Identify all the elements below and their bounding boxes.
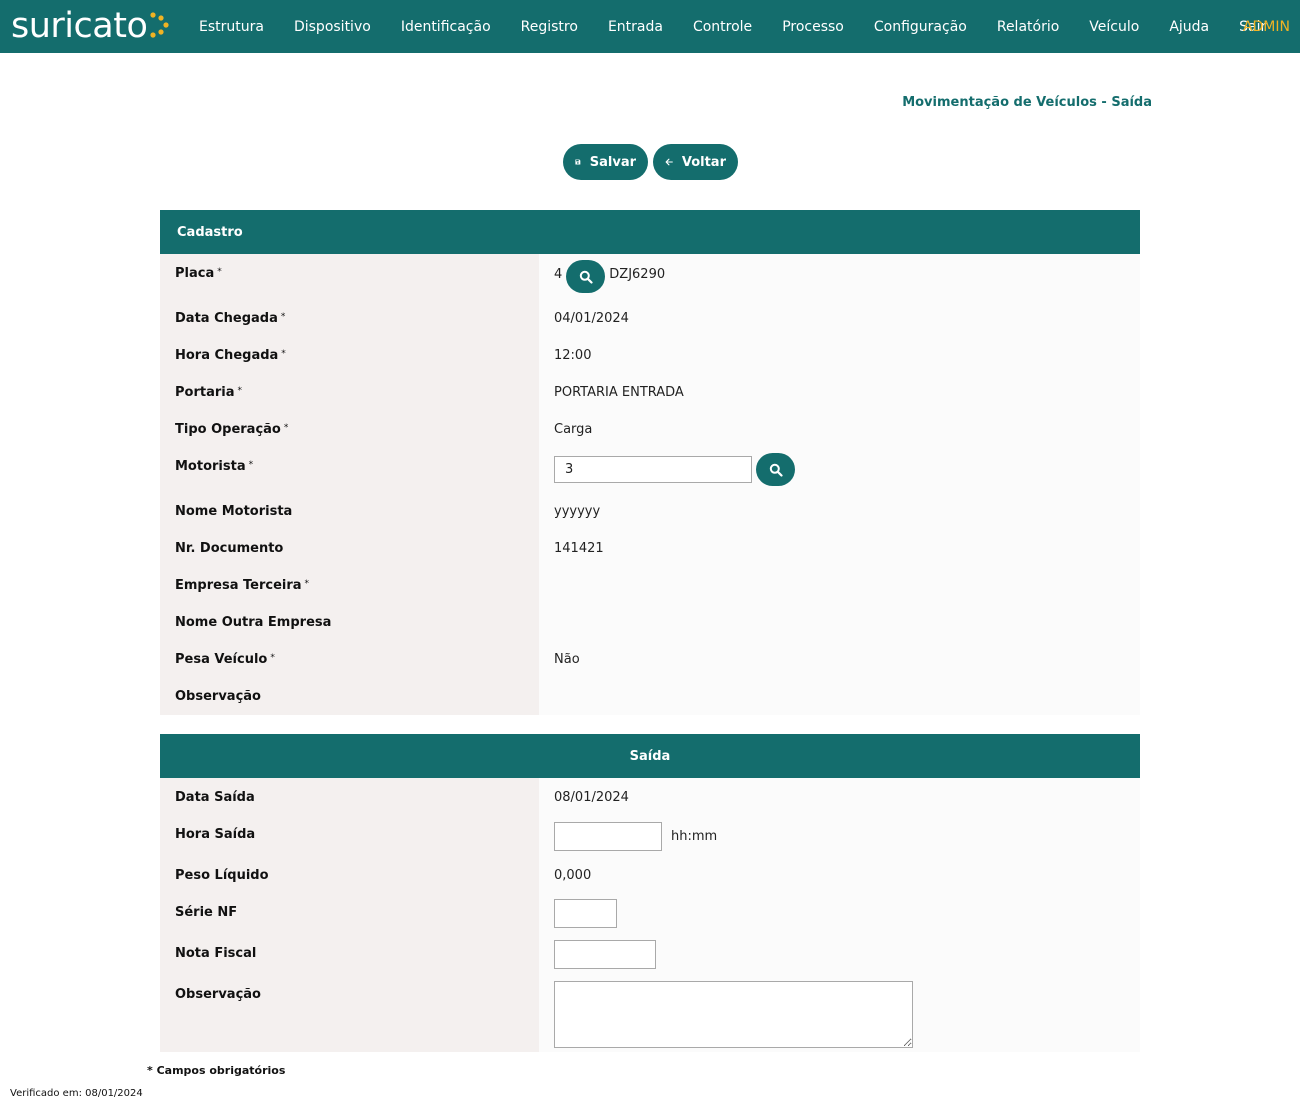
observacao-saida-textarea[interactable] — [554, 981, 913, 1048]
hora-saida-input[interactable] — [554, 822, 662, 851]
saida-header: Saída — [160, 734, 1140, 778]
back-button[interactable]: Voltar — [653, 144, 738, 180]
nav-ajuda[interactable]: Ajuda — [1169, 19, 1209, 35]
main-menu: Estrutura Dispositivo Identificação Regi… — [199, 0, 1296, 53]
saida-panel: Saída Data Saída 08/01/2024 Hora Saída h… — [160, 734, 1140, 1052]
arrow-left-icon — [665, 158, 673, 166]
label-observacao-saida: Observação — [160, 975, 539, 1052]
label-hora-chegada: Hora Chegada * — [160, 336, 539, 373]
label-hora-saida: Hora Saída — [160, 815, 539, 856]
serie-nf-input[interactable] — [554, 899, 617, 928]
value-data-chegada: 04/01/2024 — [539, 299, 1140, 336]
label-empresa-terceira: Empresa Terceira * — [160, 566, 539, 603]
row-peso-liquido: Peso Líquido 0,000 — [160, 856, 1140, 893]
value-nota-fiscal — [539, 934, 1140, 975]
value-nome-motorista: yyyyyy — [539, 492, 1140, 529]
logo-text: suricato — [11, 5, 148, 46]
row-serie-nf: Série NF — [160, 893, 1140, 934]
label-nr-documento: Nr. Documento — [160, 529, 539, 566]
label-nome-motorista: Nome Motorista — [160, 492, 539, 529]
nav-processo[interactable]: Processo — [782, 19, 844, 35]
row-placa: Placa * 4 DZJ6290 — [160, 254, 1140, 299]
user-menu-admin[interactable]: ADMIN — [1243, 0, 1290, 53]
value-portaria: PORTARIA ENTRADA — [539, 373, 1140, 410]
save-button-label: Salvar — [589, 154, 636, 170]
nav-identificacao[interactable]: Identificação — [401, 19, 491, 35]
top-nav-bar: suricato Estrutura Dispositivo Identific… — [0, 0, 1300, 53]
nav-estrutura[interactable]: Estrutura — [199, 19, 264, 35]
label-serie-nf: Série NF — [160, 893, 539, 934]
cadastro-header: Cadastro — [160, 210, 1140, 254]
row-pesa-veiculo: Pesa Veículo * Não — [160, 640, 1140, 677]
nav-configuracao[interactable]: Configuração — [874, 19, 967, 35]
value-observacao-cadastro — [539, 677, 1140, 715]
logo-dots-icon — [150, 12, 169, 38]
value-nr-documento: 141421 — [539, 529, 1140, 566]
row-hora-saida: Hora Saída hh:mm — [160, 815, 1140, 856]
row-nome-motorista: Nome Motorista yyyyyy — [160, 492, 1140, 529]
toolbar: Salvar Voltar — [563, 144, 738, 180]
label-tipo-operacao: Tipo Operação * — [160, 410, 539, 447]
row-tipo-operacao: Tipo Operação * Carga — [160, 410, 1140, 447]
label-pesa-veiculo: Pesa Veículo * — [160, 640, 539, 677]
nota-fiscal-input[interactable] — [554, 940, 656, 969]
row-data-chegada: Data Chegada * 04/01/2024 — [160, 299, 1140, 336]
value-pesa-veiculo: Não — [539, 640, 1140, 677]
row-nr-documento: Nr. Documento 141421 — [160, 529, 1140, 566]
row-portaria: Portaria * PORTARIA ENTRADA — [160, 373, 1140, 410]
row-observacao-saida: Observação — [160, 975, 1140, 1052]
motorista-search-button[interactable] — [756, 453, 795, 486]
cadastro-panel: Cadastro Placa * 4 DZJ6290 Data Chegada * … — [160, 210, 1140, 715]
nav-entrada[interactable]: Entrada — [608, 19, 663, 35]
nav-dispositivo[interactable]: Dispositivo — [294, 19, 371, 35]
value-nome-outra-empresa — [539, 603, 1140, 640]
label-placa: Placa * — [160, 254, 539, 299]
search-icon — [579, 270, 593, 284]
placa-value: DZJ6290 — [609, 267, 666, 282]
value-motorista — [539, 447, 1140, 492]
value-serie-nf — [539, 893, 1140, 934]
label-motorista: Motorista * — [160, 447, 539, 492]
value-placa: 4 DZJ6290 — [539, 254, 1140, 299]
hora-saida-format-hint: hh:mm — [671, 829, 718, 844]
label-observacao-cadastro: Observação — [160, 677, 539, 715]
label-data-saida: Data Saída — [160, 778, 539, 815]
value-hora-saida: hh:mm — [539, 815, 1140, 856]
verified-date: Verificado em: 08/01/2024 — [10, 1088, 143, 1099]
nav-registro[interactable]: Registro — [521, 19, 578, 35]
label-data-chegada: Data Chegada * — [160, 299, 539, 336]
row-nome-outra-empresa: Nome Outra Empresa — [160, 603, 1140, 640]
value-empresa-terceira — [539, 566, 1140, 603]
placa-search-button[interactable] — [566, 260, 606, 293]
row-motorista: Motorista * — [160, 447, 1140, 492]
placa-code: 4 — [554, 267, 563, 282]
floppy-disk-icon — [575, 159, 581, 165]
row-data-saida: Data Saída 08/01/2024 — [160, 778, 1140, 815]
row-nota-fiscal: Nota Fiscal — [160, 934, 1140, 975]
page-title: Movimentação de Veículos - Saída — [902, 95, 1152, 110]
row-hora-chegada: Hora Chegada * 12:00 — [160, 336, 1140, 373]
back-button-label: Voltar — [681, 154, 726, 170]
motorista-input[interactable] — [554, 456, 752, 483]
value-hora-chegada: 12:00 — [539, 336, 1140, 373]
value-tipo-operacao: Carga — [539, 410, 1140, 447]
required-fields-note: * Campos obrigatórios — [147, 1064, 286, 1077]
nav-relatorio[interactable]: Relatório — [997, 19, 1059, 35]
value-data-saida: 08/01/2024 — [539, 778, 1140, 815]
value-observacao-saida — [539, 975, 1140, 1052]
value-peso-liquido: 0,000 — [539, 856, 1140, 893]
brand-logo[interactable]: suricato — [11, 4, 170, 48]
row-empresa-terceira: Empresa Terceira * — [160, 566, 1140, 603]
label-nota-fiscal: Nota Fiscal — [160, 934, 539, 975]
label-peso-liquido: Peso Líquido — [160, 856, 539, 893]
nav-veiculo[interactable]: Veículo — [1089, 19, 1139, 35]
save-button[interactable]: Salvar — [563, 144, 648, 180]
label-nome-outra-empresa: Nome Outra Empresa — [160, 603, 539, 640]
row-observacao-cadastro: Observação — [160, 677, 1140, 715]
search-icon — [769, 463, 783, 477]
nav-controle[interactable]: Controle — [693, 19, 752, 35]
label-portaria: Portaria * — [160, 373, 539, 410]
